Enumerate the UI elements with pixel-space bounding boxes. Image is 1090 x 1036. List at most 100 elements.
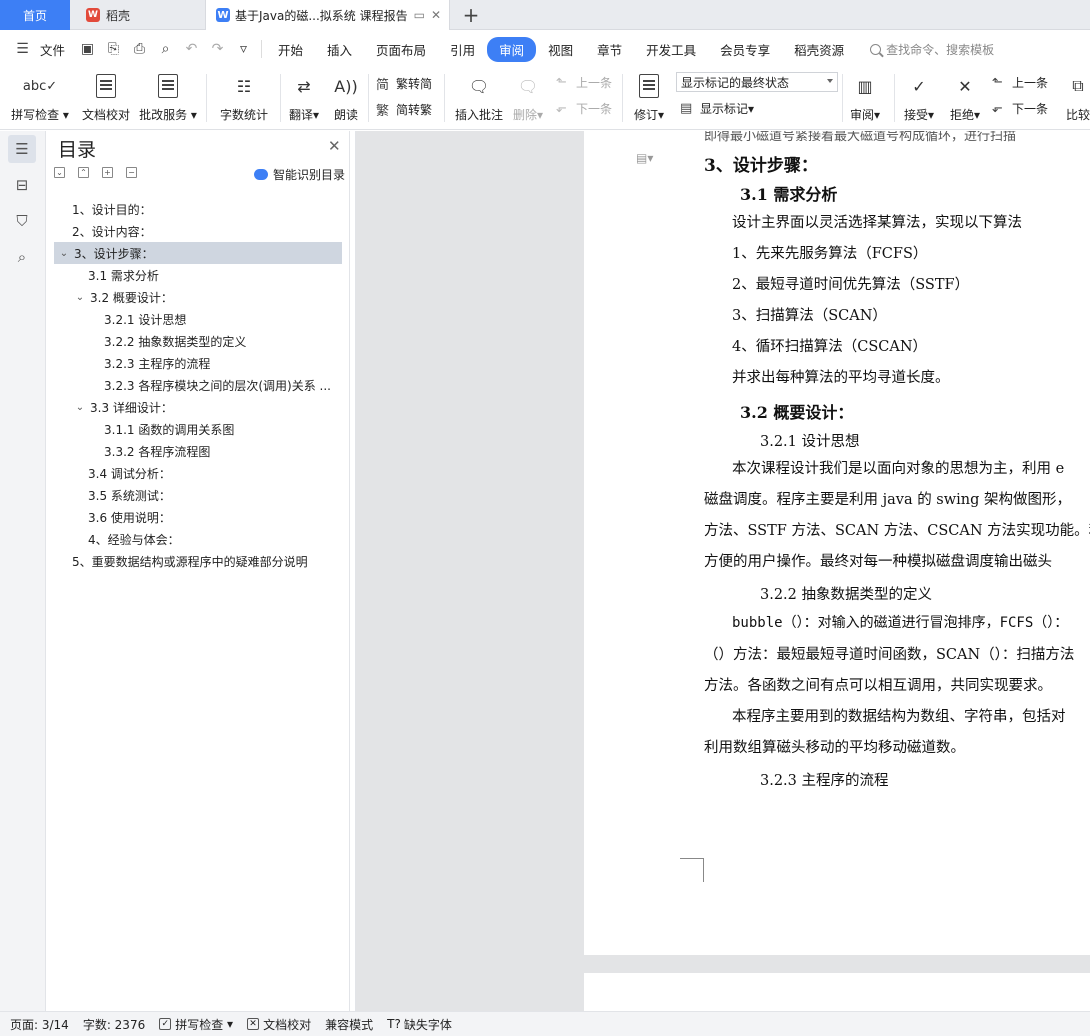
- toc-item[interactable]: ⌄ 3.2 概要设计：: [54, 286, 342, 308]
- menu-page-layout[interactable]: 页面布局: [364, 37, 438, 62]
- add-heading-icon[interactable]: +: [102, 167, 113, 178]
- menu-developer[interactable]: 开发工具: [634, 37, 708, 62]
- toc-item-label: 3.2.3 主程序的流程: [104, 356, 211, 371]
- search-icon[interactable]: ⌕: [8, 243, 36, 271]
- review-pane-button[interactable]: ▥ 审阅▾: [846, 68, 884, 123]
- remove-heading-icon[interactable]: −: [126, 167, 137, 178]
- next-comment-button[interactable]: ⬐ 下一条: [556, 100, 612, 117]
- toc-item-label: 3.5 系统测试：: [88, 488, 171, 503]
- toc-item[interactable]: 3.1 需求分析: [54, 264, 342, 286]
- document-paragraph: （）方法：最短最短寻道时间函数，SCAN（）：扫描方法: [704, 647, 1075, 663]
- menu-member[interactable]: 会员专享: [708, 37, 782, 62]
- traditional-to-simplified-button[interactable]: 简繁转简: [376, 74, 432, 93]
- export-icon[interactable]: ⎘: [105, 41, 122, 58]
- chevron-down-icon[interactable]: ⌄: [58, 248, 70, 259]
- new-tab-button[interactable]: +: [458, 0, 484, 30]
- tab-daoke[interactable]: W 稻壳: [72, 0, 202, 30]
- spell-check-status-label: 拼写检查: [175, 1017, 224, 1032]
- hamburger-icon[interactable]: ☰: [14, 41, 31, 58]
- toc-item[interactable]: 3.2.1 设计思想: [54, 308, 342, 330]
- reject-icon: ✕: [958, 76, 972, 96]
- batch-service-button[interactable]: 批改服务 ▾: [138, 68, 198, 123]
- spell-check-button[interactable]: abc✓ 拼写检查 ▾: [10, 68, 70, 123]
- toc-item[interactable]: 3.3.2 各程序流程图: [54, 440, 342, 462]
- save-icon[interactable]: ▣: [79, 41, 96, 58]
- accept-button[interactable]: ✓ 接受▾: [900, 68, 938, 123]
- toc-item[interactable]: 2、设计内容：: [54, 220, 342, 242]
- toc-panel-icon[interactable]: ☰: [8, 135, 36, 163]
- document-canvas[interactable]: 即得最小磁道号紧接着最大磁道号构成循环，进行扫描 ▤▾ 3、设计步骤： 3.1 需…: [356, 131, 1090, 1011]
- close-tab-icon[interactable]: ✕: [431, 8, 441, 22]
- doc-proof-status-label: 文档校对: [263, 1017, 312, 1032]
- expand-up-icon[interactable]: ⌃: [78, 167, 89, 178]
- print-preview-icon[interactable]: ⌕: [157, 41, 174, 58]
- prev-comment-button[interactable]: ⬑ 上一条: [556, 74, 612, 91]
- menu-insert[interactable]: 插入: [315, 37, 364, 62]
- word-count-button[interactable]: ☷ 字数统计: [216, 68, 272, 123]
- document-heading: 3.2 概要设计：: [740, 403, 854, 422]
- missing-font-status[interactable]: T? 缺失字体: [387, 1016, 452, 1033]
- undo-icon[interactable]: ↶: [183, 41, 200, 58]
- prev-change-label: 上一条: [1012, 76, 1049, 90]
- close-icon[interactable]: ✕: [328, 137, 341, 155]
- toc-item[interactable]: 3.4 调试分析：: [54, 462, 342, 484]
- toc-item-label: 3.2 概要设计：: [90, 290, 173, 305]
- revise-button[interactable]: 修订▾: [630, 68, 668, 123]
- toc-item[interactable]: 3.2.3 各程序模块之间的层次(调用)关系 ...: [54, 374, 342, 396]
- doc-proof-status[interactable]: ✕ 文档校对: [247, 1016, 311, 1033]
- compare-button[interactable]: ⧉ 比较: [1066, 68, 1090, 123]
- menu-section[interactable]: 章节: [585, 37, 634, 62]
- insert-comment-button[interactable]: 🗨 插入批注: [452, 68, 506, 123]
- menu-start[interactable]: 开始: [266, 37, 315, 62]
- command-search[interactable]: 查找命令、搜索模板: [870, 41, 994, 58]
- next-change-button[interactable]: ⬐ 下一条: [992, 100, 1048, 117]
- toc-item[interactable]: 3.5 系统测试：: [54, 484, 342, 506]
- doc-proof-button[interactable]: 文档校对: [78, 68, 134, 123]
- menu-references[interactable]: 引用: [438, 37, 487, 62]
- markup-view-select[interactable]: 显示标记的最终状态: [676, 72, 838, 92]
- toc-item[interactable]: 3.1.1 函数的调用关系图: [54, 418, 342, 440]
- window-icon[interactable]: ▭: [414, 8, 425, 22]
- missing-font-icon: T?: [387, 1017, 401, 1031]
- word-count[interactable]: 字数: 2376: [83, 1016, 145, 1033]
- toc-item[interactable]: ⌄ 3.3 详细设计：: [54, 396, 342, 418]
- customize-icon[interactable]: ▿: [235, 41, 252, 58]
- document-page[interactable]: 即得最小磁道号紧接着最大磁道号构成循环，进行扫描 ▤▾ 3、设计步骤： 3.1 需…: [584, 131, 1090, 955]
- toc-item-label: 3.3 详细设计：: [90, 400, 173, 415]
- traditional-icon: 简: [376, 78, 390, 93]
- collapse-all-icon[interactable]: ⌄: [54, 167, 65, 178]
- navigation-icon[interactable]: ⊟: [8, 171, 36, 199]
- toc-item[interactable]: 3.2.3 主程序的流程: [54, 352, 342, 374]
- bookmark-icon[interactable]: ⛉: [8, 207, 36, 235]
- prev-change-button[interactable]: ⬑ 上一条: [992, 74, 1048, 91]
- reject-button[interactable]: ✕ 拒绝▾: [946, 68, 984, 123]
- menu-view[interactable]: 视图: [536, 37, 585, 62]
- read-aloud-button[interactable]: A)) 朗读: [330, 68, 362, 123]
- menu-daoke-resources[interactable]: 稻壳资源: [782, 37, 856, 62]
- chevron-down-icon[interactable]: ⌄: [74, 292, 86, 303]
- spell-check-status[interactable]: ✓ 拼写检查 ▾: [159, 1016, 233, 1033]
- document-paragraph: 本次课程设计我们是以面向对象的思想为主，利用 e: [732, 461, 1065, 477]
- toc-item[interactable]: 5、重要数据结构或源程序中的疑难部分说明: [54, 550, 342, 572]
- doc-proof-icon: [91, 71, 121, 101]
- simplified-to-traditional-button[interactable]: 繁简转繁: [376, 100, 432, 119]
- toc-item[interactable]: 3.2.2 抽象数据类型的定义: [54, 330, 342, 352]
- smart-toc-button[interactable]: 智能识别目录: [254, 166, 345, 183]
- print-icon[interactable]: ⎙: [131, 41, 148, 58]
- chevron-down-icon[interactable]: ⌄: [74, 402, 86, 413]
- paragraph-icon[interactable]: ▤▾: [636, 151, 653, 165]
- translate-button[interactable]: ⇄ 翻译▾: [286, 68, 322, 123]
- show-markup-button[interactable]: ▤ 显示标记 ▾: [680, 100, 754, 117]
- tab-document[interactable]: W 基于Java的磁...拟系统 课程报告 ▭ ✕: [205, 0, 450, 30]
- toc-item[interactable]: 1、设计目的：: [54, 198, 342, 220]
- toc-item[interactable]: 4、经验与体会：: [54, 528, 342, 550]
- next-page[interactable]: [584, 973, 1090, 1011]
- page-indicator[interactable]: 页面: 3/14: [10, 1016, 69, 1033]
- file-menu[interactable]: 文件: [40, 40, 65, 59]
- redo-icon[interactable]: ↷: [209, 41, 226, 58]
- delete-comment-button[interactable]: 🗨 删除▾: [510, 68, 546, 123]
- tab-home[interactable]: 首页: [0, 0, 70, 30]
- toc-item[interactable]: 3.6 使用说明：: [54, 506, 342, 528]
- menu-review[interactable]: 审阅: [487, 36, 537, 62]
- toc-item[interactable]: ⌄ 3、设计步骤：: [54, 242, 342, 264]
